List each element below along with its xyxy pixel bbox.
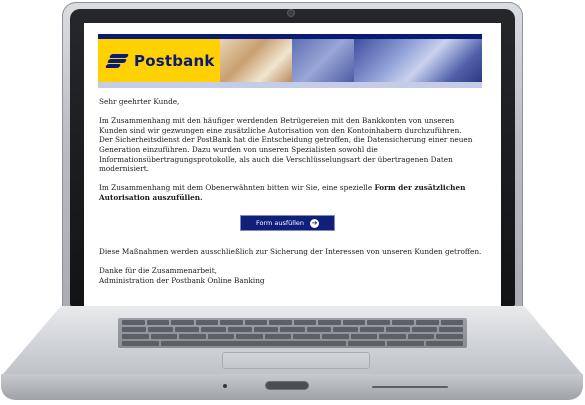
brand-name: Postbank: [134, 51, 215, 70]
fill-form-button-label: Form ausfüllen: [255, 219, 305, 227]
laptop-keyboard: [118, 318, 467, 348]
email-closing: Danke für die Zusammenarbeit,: [99, 266, 217, 276]
sleep-indicator-icon: [223, 384, 227, 388]
email-paragraph-1: Im Zusammenhang mit den häufiger werdend…: [99, 116, 462, 135]
laptop-latch: [266, 382, 308, 389]
email-paragraph-2-text: Im Zusammenhang mit dem Obenerwähnten bi…: [99, 183, 375, 193]
arrow-right-icon: ➔: [310, 218, 320, 228]
laptop-screen: Postbank Sehr geehrter Kunde, Im Zusamme…: [84, 23, 501, 306]
email-paragraph-2: Im Zusammenhang mit dem Obenerwähnten bi…: [99, 183, 484, 202]
webcam-icon: [288, 10, 294, 16]
banner-strip: Postbank: [98, 39, 482, 82]
banner-photo-business: [354, 39, 482, 82]
laptop-vent: [372, 386, 448, 388]
banner-photo-family: [220, 39, 292, 82]
email-signature: Administration der Postbank Online Banki…: [99, 275, 265, 285]
email-paragraph-1-cont: Der Sicherheitsdienst der PostBank hat d…: [99, 135, 473, 174]
email-footer: Diese Maßnahmen werden ausschließlich zu…: [99, 247, 484, 285]
email-body: Sehr geehrter Kunde, Im Zusammenhang mit…: [99, 97, 484, 203]
postbank-logo: Postbank: [98, 39, 220, 82]
banner-bottom-stripe: [98, 82, 482, 88]
email-greeting: Sehr geehrter Kunde,: [99, 97, 180, 106]
postbank-logo-mark-icon: [104, 52, 130, 70]
laptop-trackpad: [222, 352, 370, 369]
email-banner: Postbank: [98, 34, 482, 82]
fill-form-button[interactable]: Form ausfüllen ➔: [240, 215, 335, 231]
banner-photo-office: [292, 39, 354, 82]
email-paragraph-3: Diese Maßnahmen werden ausschließlich zu…: [99, 247, 482, 256]
